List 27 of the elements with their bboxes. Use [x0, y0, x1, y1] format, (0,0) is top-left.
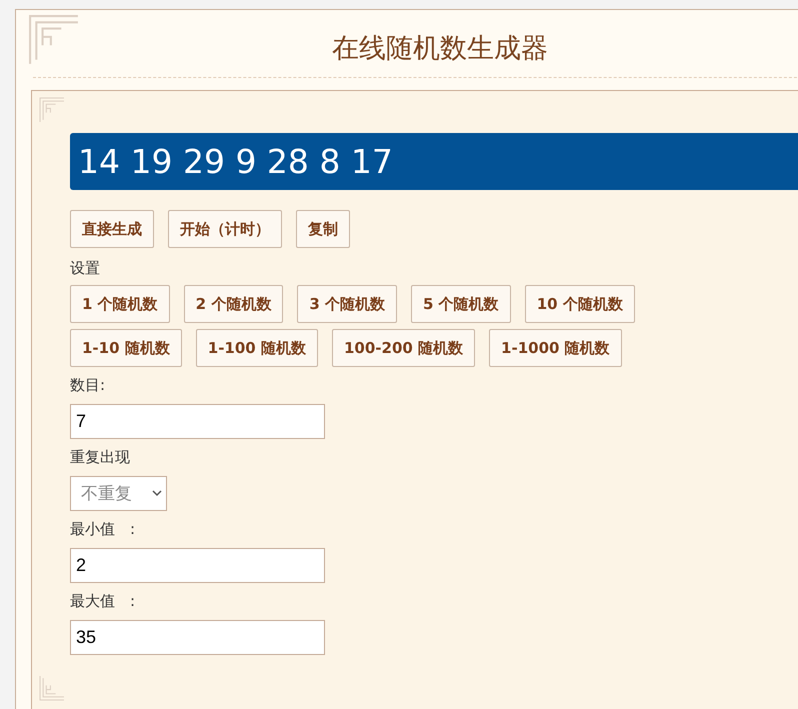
preset-button[interactable]: 2 个随机数: [184, 285, 284, 323]
action-button[interactable]: 复制: [296, 210, 350, 248]
corner-ornament-icon: [28, 14, 80, 66]
preset-button[interactable]: 3 个随机数: [297, 285, 398, 323]
preset-button[interactable]: 1-100 随机数: [196, 329, 318, 367]
preset-button[interactable]: 1-1000 随机数: [489, 329, 622, 367]
preset-button[interactable]: 5 个随机数: [411, 285, 511, 323]
number-input[interactable]: 35: [70, 620, 325, 655]
action-button[interactable]: 直接生成: [70, 210, 154, 248]
preset-button[interactable]: 100-200 随机数: [332, 329, 476, 367]
corner-ornament-icon: [39, 675, 65, 701]
number-input[interactable]: 7: [70, 404, 325, 439]
preset-button[interactable]: 10 个随机数: [524, 285, 635, 323]
repeat-select[interactable]: 不重复: [70, 476, 167, 511]
field-label: 重复出现: [70, 447, 131, 467]
field-label: 最小值 :: [70, 519, 136, 539]
field-label: 数目:: [70, 375, 106, 395]
preset-button[interactable]: 1-10 随机数: [70, 329, 182, 367]
corner-ornament-icon: [39, 97, 65, 123]
page-title: 在线随机数生成器: [332, 32, 548, 66]
field-label: 最大值 :: [70, 591, 136, 611]
settings-label: 设置: [70, 258, 101, 278]
action-button[interactable]: 开始（计时）: [168, 210, 282, 248]
result-display: 14 19 29 9 28 8 17: [70, 133, 798, 190]
number-input[interactable]: 2: [70, 548, 325, 583]
chevron-down-icon: [152, 490, 162, 497]
preset-button[interactable]: 1 个随机数: [70, 285, 170, 323]
